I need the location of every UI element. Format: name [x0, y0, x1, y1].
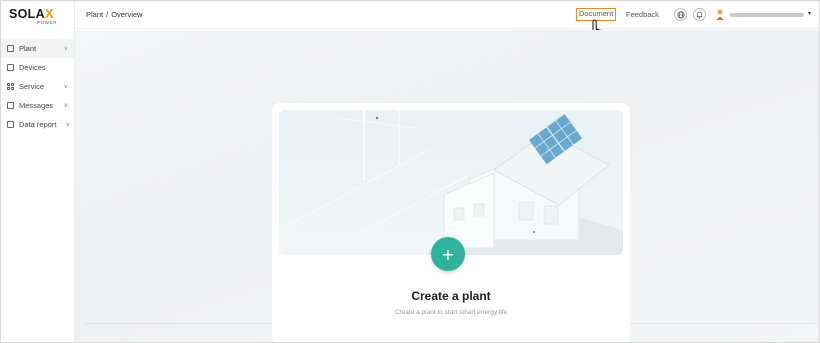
chevron-down-icon: ∨ — [65, 122, 70, 128]
bell-icon[interactable] — [693, 8, 706, 21]
create-plant-title: Create a plant — [411, 289, 491, 303]
chevron-down-icon: ∨ — [63, 84, 68, 90]
logo-text-main: SOLA — [9, 7, 45, 21]
sidebar-item-label: Devices — [19, 63, 46, 72]
breadcrumb-separator: / — [106, 10, 109, 19]
top-bar: Plant / Overview Document Feedback ▾ — [75, 1, 819, 29]
breadcrumb-current: Overview — [111, 10, 143, 19]
data-report-icon — [7, 121, 14, 128]
globe-icon[interactable] — [674, 8, 687, 21]
sidebar: SOLAX POWER Plant ∨ Devices Service ∨ Me… — [1, 1, 75, 342]
plant-icon — [7, 45, 14, 52]
caret-down-icon[interactable]: ▾ — [808, 10, 811, 17]
chevron-down-icon: ∨ — [63, 103, 68, 109]
sidebar-item-devices[interactable]: Devices — [1, 58, 74, 77]
create-plant-subtitle: Create a plant to start smart energy lif… — [394, 309, 508, 316]
sidebar-item-messages[interactable]: Messages ∨ — [1, 96, 74, 115]
service-icon — [7, 83, 14, 90]
logo-text-x: X — [44, 7, 54, 21]
sidebar-item-label: Data report — [19, 120, 57, 129]
create-plant-card: + Create a plant Create a plant to start… — [272, 103, 630, 342]
sidebar-item-label: Service — [19, 82, 45, 91]
user-name-redacted[interactable] — [730, 13, 804, 17]
sidebar-item-plant[interactable]: Plant ∨ — [1, 39, 74, 58]
messages-icon — [7, 102, 14, 109]
avatar[interactable] — [716, 9, 724, 20]
devices-icon — [7, 64, 14, 71]
sidebar-item-service[interactable]: Service ∨ — [1, 77, 74, 96]
house-illustration — [279, 110, 623, 255]
feedback-link[interactable]: Feedback — [626, 10, 659, 19]
sidebar-item-label: Messages — [19, 101, 54, 110]
main-content: + Create a plant Create a plant to start… — [75, 30, 819, 342]
sidebar-nav: Plant ∨ Devices Service ∨ Messages ∨ Dat… — [1, 39, 74, 134]
breadcrumb: Plant / Overview — [86, 10, 142, 19]
chevron-down-icon: ∨ — [63, 46, 68, 52]
add-plant-button[interactable]: + — [431, 237, 465, 271]
breadcrumb-root[interactable]: Plant — [86, 10, 103, 19]
sidebar-item-label: Plant — [19, 44, 37, 53]
sidebar-item-data-report[interactable]: Data report ∨ — [1, 115, 74, 134]
solax-logo[interactable]: SOLAX POWER — [9, 8, 61, 26]
app-window: SOLAX POWER Plant ∨ Devices Service ∨ Me… — [0, 0, 820, 343]
